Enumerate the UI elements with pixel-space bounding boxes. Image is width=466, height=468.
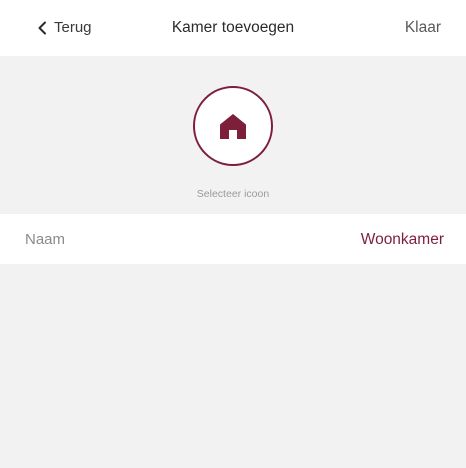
- select-icon-label: Selecteer icoon: [196, 188, 270, 200]
- home-icon: [220, 114, 246, 139]
- page-title: Kamer toevoegen: [171, 19, 295, 36]
- name-value[interactable]: Woonkamer: [361, 231, 444, 249]
- name-label: Naam: [25, 231, 66, 248]
- name-row[interactable]: Naam Woonkamer: [0, 214, 466, 264]
- icon-picker-section: Selecteer icoon: [0, 56, 466, 214]
- select-icon-button[interactable]: [193, 86, 273, 166]
- navigation-bar: Terug Kamer toevoegen Klaar: [0, 0, 466, 56]
- done-button[interactable]: Klaar: [405, 19, 441, 37]
